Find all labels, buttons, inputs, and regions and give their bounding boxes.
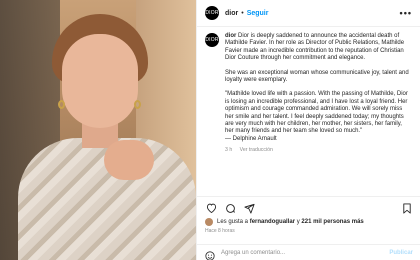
post-actions: Les gusta a fernandoguallar y 221 mil pe… [197,196,420,234]
comment-icon[interactable] [224,202,236,214]
post-header: DIOR dior • Seguir ••• [197,0,420,27]
liker-avatar[interactable] [205,218,213,226]
comment-bar: Agrega un comentario... Publicar [197,244,420,260]
more-icon[interactable]: ••• [400,8,412,18]
caption-time[interactable]: 3 h [225,147,232,153]
post-side-panel: DIOR dior • Seguir ••• DIOR dior Dior is… [196,0,420,260]
photo-face [62,34,138,128]
emoji-icon[interactable] [205,248,215,260]
caption-username[interactable]: dior [225,33,236,39]
caption-paragraph-1: Dior is deeply saddened to announce the … [225,33,405,62]
photo-hand [104,140,154,180]
likes-connector: y [296,219,300,225]
caption-meta: 3 h Ver traducción [225,147,412,154]
bookmark-icon[interactable] [401,202,413,214]
caption-signature: — Delphine Arnault [225,135,277,142]
photo-earring-left [58,100,65,109]
action-icons [205,201,413,215]
comment-input[interactable]: Agrega un comentario... [221,250,285,256]
photo-earring-right [134,100,141,109]
likes-prefix: Les gusta a [217,219,249,225]
publish-button[interactable]: Publicar [389,250,413,256]
likes-summary: Les gusta a fernandoguallar y 221 mil pe… [205,218,413,226]
likes-user[interactable]: fernandoguallar [250,219,295,225]
caption-paragraph-3: "Mathilde loved life with a passion. Wit… [225,91,408,135]
share-icon[interactable] [243,202,255,214]
caption-body: dior Dior is deeply saddened to announce… [225,33,412,192]
post-caption: DIOR dior Dior is deeply saddened to ann… [197,27,420,192]
separator-dot: • [241,9,244,17]
post-username[interactable]: dior [225,10,238,17]
instagram-post-modal: DIOR dior • Seguir ••• DIOR dior Dior is… [0,0,420,260]
translate-link[interactable]: Ver traducción [240,147,273,153]
post-date: Hace 8 horas [205,228,235,234]
heart-icon[interactable] [205,202,217,214]
caption-paragraph-2: She was an exceptional woman whose commu… [225,69,409,84]
post-photo [0,0,196,260]
follow-button[interactable]: Seguir [247,10,269,17]
avatar[interactable]: DIOR [205,6,219,20]
caption-avatar[interactable]: DIOR [205,33,219,47]
likes-count[interactable]: 221 mil personas más [301,219,363,225]
